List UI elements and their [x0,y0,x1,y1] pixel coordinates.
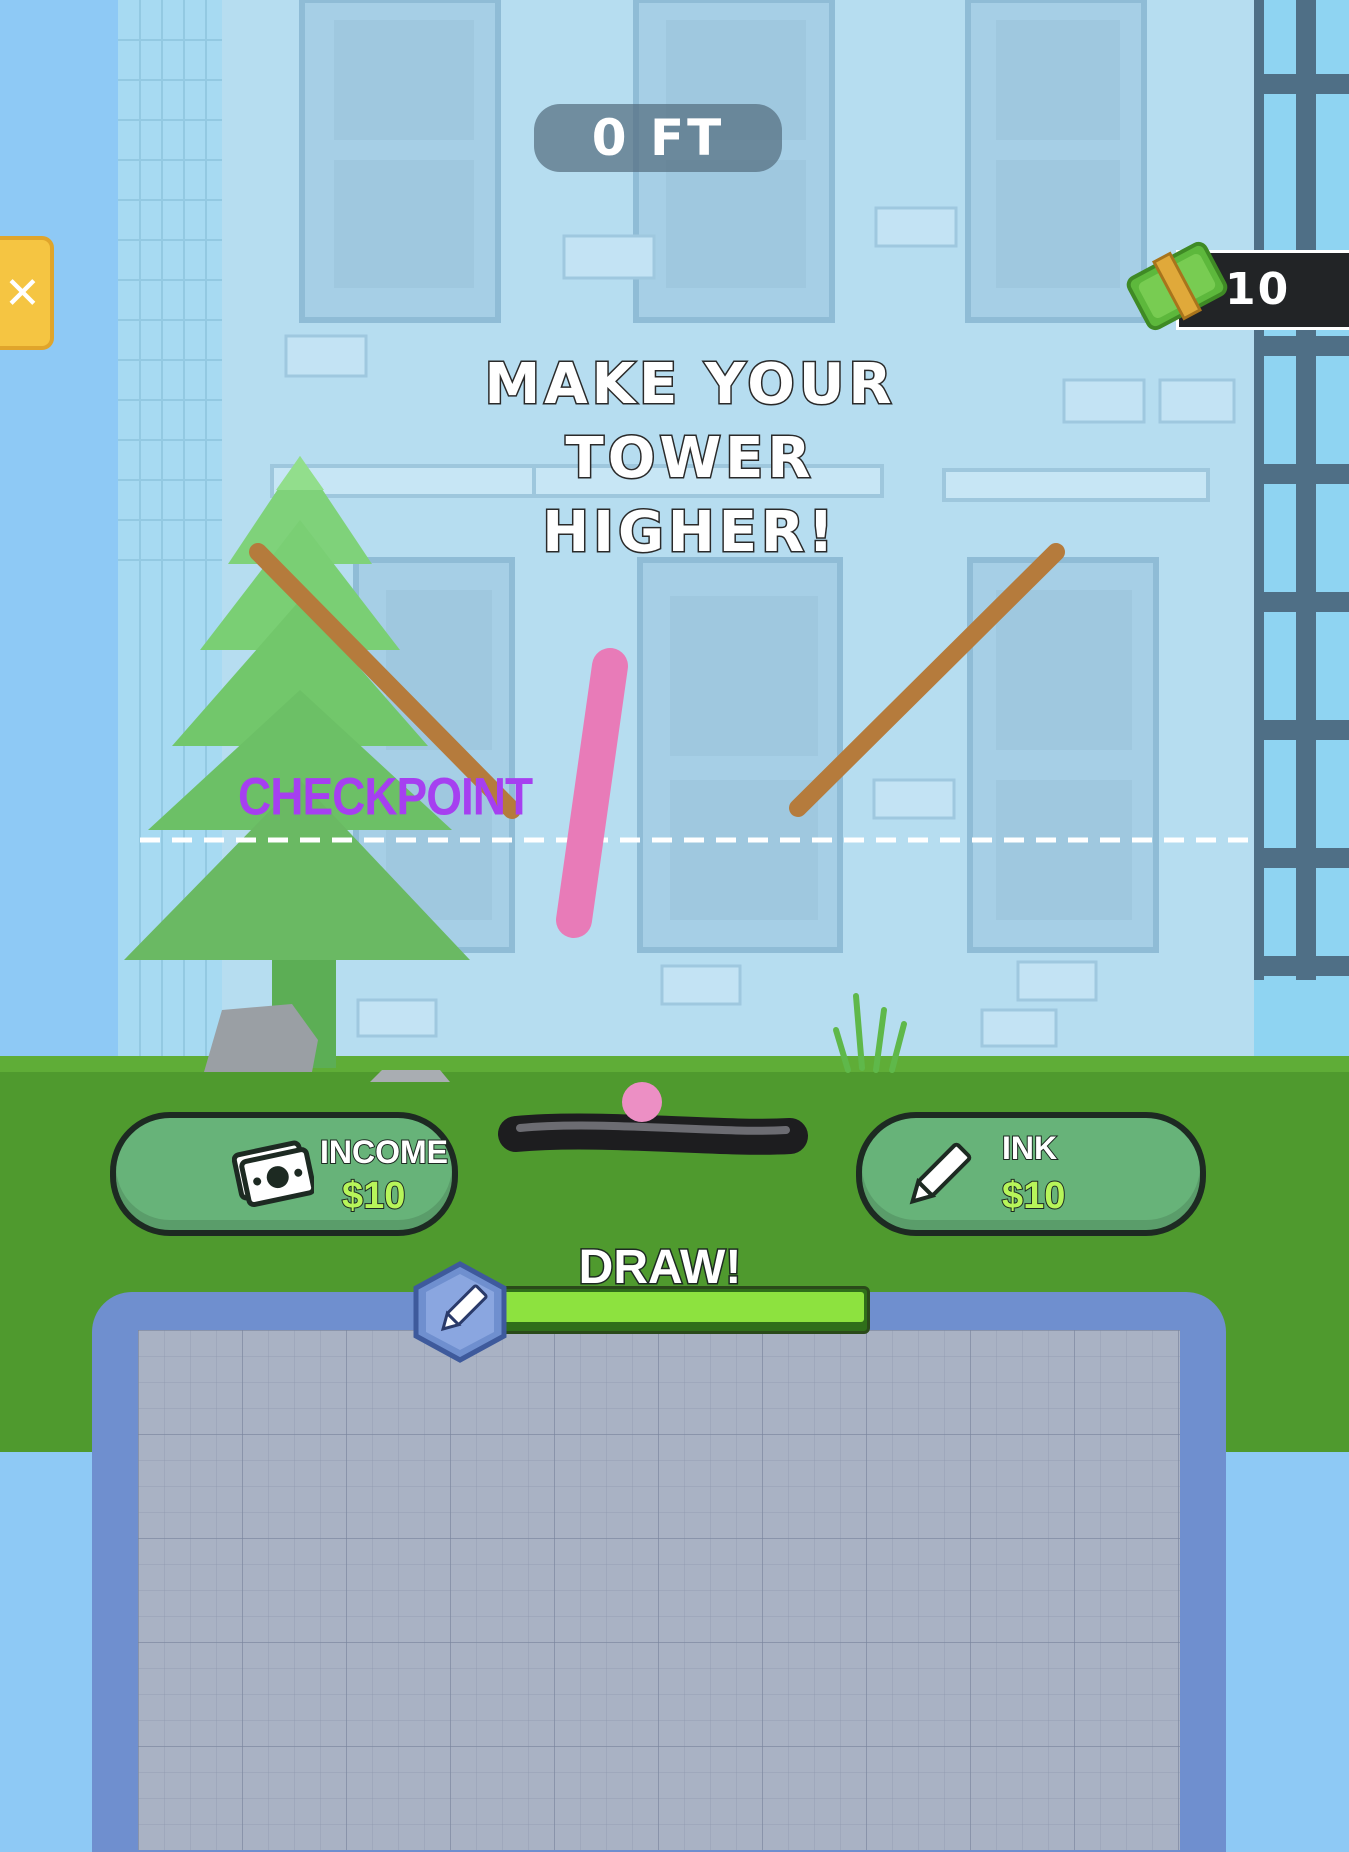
ink-label: INK [1001,1129,1058,1167]
income-price: $10 [341,1174,406,1218]
ink-upgrade-button[interactable]: INK $10 [856,1112,1206,1236]
height-readout: 0 FT [534,104,782,172]
drawing-canvas[interactable] [138,1330,1180,1850]
cash-icon [1126,241,1228,331]
close-button[interactable]: ✕ [0,236,54,350]
income-upgrade-button[interactable]: INCOME $10 [110,1112,458,1236]
ink-price: $10 [1001,1174,1066,1218]
level-prompt: MAKE YOUR TOWER HIGHER! [440,348,940,570]
pencil-icon [413,1261,507,1363]
ink-meter-fill [494,1292,864,1322]
checkpoint-label: CHECKPOINT [238,766,533,826]
ink-meter [488,1286,870,1334]
prompt-line-1: MAKE YOUR [483,351,896,419]
ball [622,1082,662,1122]
cash-icon [232,1140,314,1208]
income-label: INCOME [319,1133,449,1171]
pencil-icon [909,1142,972,1205]
prompt-line-2: TOWER [564,425,815,493]
close-icon: ✕ [4,268,41,319]
prompt-line-3: HIGHER! [541,499,838,567]
cash-count: 10 [1225,264,1291,315]
